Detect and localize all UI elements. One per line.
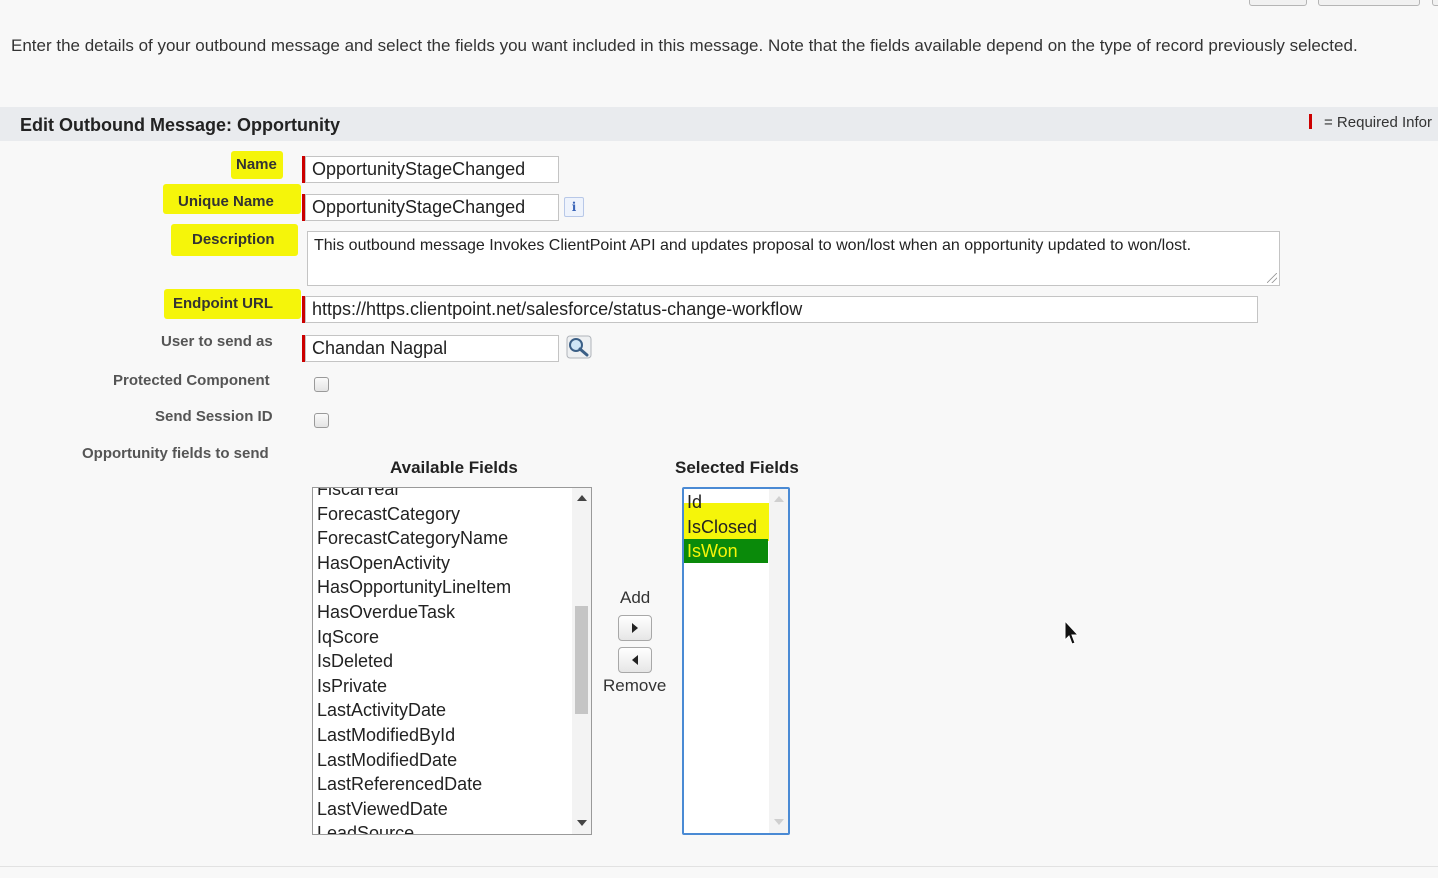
remove-button[interactable] (618, 647, 652, 673)
send-session-id-label: Send Session ID (155, 408, 273, 425)
info-icon[interactable]: i (564, 197, 584, 217)
description-label: Description (192, 231, 275, 248)
scroll-thumb[interactable] (575, 606, 588, 714)
description-textarea[interactable]: This outbound message Invokes ClientPoin… (307, 231, 1280, 286)
arrow-right-icon (632, 623, 638, 633)
lookup-magnifier-icon[interactable] (566, 335, 592, 359)
required-legend: = Required Infor (1309, 114, 1432, 131)
scroll-down-icon[interactable] (577, 820, 587, 826)
intro-text: Enter the details of your outbound messa… (11, 36, 1358, 55)
list-item[interactable]: IsDeleted (317, 649, 511, 674)
unique-name-label: Unique Name (178, 193, 274, 210)
top-button-2[interactable] (1318, 0, 1420, 6)
resize-grip-icon[interactable] (1267, 273, 1277, 283)
selected-options: Id IsClosed IsWon (687, 490, 757, 564)
required-legend-text: = Required Infor (1324, 114, 1432, 131)
user-to-send-as-label: User to send as (161, 333, 273, 350)
description-text: This outbound message Invokes ClientPoin… (314, 237, 1192, 254)
list-item[interactable]: HasOpenActivity (317, 551, 511, 576)
scroll-up-icon[interactable] (774, 496, 784, 502)
scroll-up-icon[interactable] (577, 495, 587, 501)
list-item[interactable]: LastModifiedById (317, 723, 511, 748)
list-item[interactable]: ForecastCategoryName (317, 526, 511, 551)
list-item-selected[interactable]: IsWon (687, 539, 757, 564)
selected-fields-header: Selected Fields (675, 458, 799, 477)
available-options: FiscalYear ForecastCategory ForecastCate… (317, 488, 511, 834)
list-item[interactable]: HasOpportunityLineItem (317, 575, 511, 600)
mouse-cursor-icon (1064, 620, 1080, 645)
available-fields-header: Available Fields (390, 458, 518, 477)
user-to-send-as-input[interactable]: Chandan Nagpal (305, 335, 559, 362)
name-input[interactable]: OpportunityStageChanged (305, 156, 559, 183)
protected-component-checkbox[interactable] (314, 377, 329, 392)
divider (0, 866, 1438, 867)
list-item[interactable]: IsPrivate (317, 674, 511, 699)
selected-fields-list[interactable]: Id IsClosed IsWon (682, 487, 790, 835)
selected-scrollbar[interactable] (769, 489, 788, 833)
list-item[interactable]: LeadSource (317, 821, 511, 834)
available-scrollbar[interactable] (572, 488, 591, 834)
list-item[interactable]: ForecastCategory (317, 502, 511, 527)
send-session-id-checkbox[interactable] (314, 413, 329, 428)
top-button-3[interactable] (1432, 0, 1438, 6)
unique-name-input[interactable]: OpportunityStageChanged (305, 194, 559, 221)
list-item[interactable]: LastActivityDate (317, 698, 511, 723)
remove-label: Remove (603, 676, 667, 695)
required-marker-icon (1309, 114, 1312, 129)
add-button[interactable] (618, 615, 652, 641)
list-item[interactable]: LastReferencedDate (317, 772, 511, 797)
protected-component-label: Protected Component (113, 372, 270, 389)
name-label: Name (236, 156, 277, 173)
list-item[interactable]: FiscalYear (317, 488, 511, 502)
arrow-left-icon (632, 655, 638, 665)
endpoint-url-label: Endpoint URL (173, 295, 273, 312)
list-item[interactable]: HasOverdueTask (317, 600, 511, 625)
list-item[interactable]: LastViewedDate (317, 797, 511, 822)
list-item[interactable]: IsClosed (687, 515, 757, 540)
fields-to-send-label: Opportunity fields to send (82, 445, 269, 462)
endpoint-url-input[interactable]: https://https.clientpoint.net/salesforce… (305, 296, 1258, 323)
list-item[interactable]: IqScore (317, 625, 511, 650)
top-button-1[interactable] (1249, 0, 1307, 6)
section-title: Edit Outbound Message: Opportunity (20, 115, 340, 135)
scroll-down-icon[interactable] (774, 819, 784, 825)
list-item[interactable]: LastModifiedDate (317, 748, 511, 773)
available-fields-list[interactable]: FiscalYear ForecastCategory ForecastCate… (312, 487, 592, 835)
list-item[interactable]: Id (687, 490, 757, 515)
add-label: Add (620, 588, 651, 607)
